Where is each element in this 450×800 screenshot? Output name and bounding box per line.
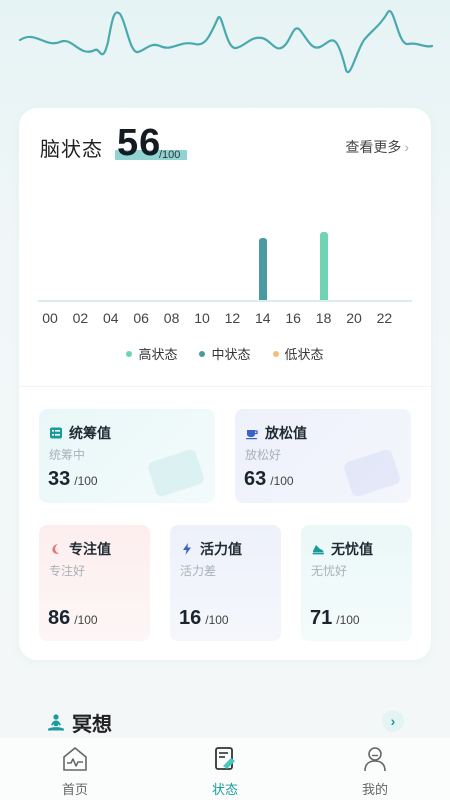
tile-relaxation[interactable]: 放松值 放松好 63/100 [235,409,411,503]
tile-relaxation-score: 63/100 [244,468,294,491]
tile-coordination[interactable]: 统筹值 统筹中 33/100 [39,409,215,503]
legend-item-low: 低状态 [272,344,324,363]
lightning-icon [183,543,191,555]
legend-label-medium: 中状态 [211,347,251,362]
x-tick-label: 08 [163,310,180,326]
x-tick-label: 02 [72,310,89,326]
chevron-right-icon: › [390,713,396,729]
tile-carefree-status: 无忧好 [311,564,348,578]
x-tick-label: 22 [376,310,393,326]
legend-label-high: 高状态 [138,347,178,362]
tile-relaxation-header: 放松值 [245,423,307,443]
legend-dot-low [272,350,279,357]
brain-state-chart: 00 02 04 06 08 10 12 14 16 18 20 22 [19,108,431,348]
tab-home-label: 首页 [61,782,88,797]
x-tick-label: 20 [346,310,362,326]
tile-decoration [146,448,206,498]
tile-vitality-value: 16 [179,607,202,629]
tile-vitality-name: 活力值 [200,541,242,557]
tile-coordination-status: 统筹中 [49,448,86,462]
tile-focus[interactable]: 专注值 专注好 86/100 [39,525,150,641]
chart-legend: 高状态 中状态 低状态 [19,344,431,363]
tile-relaxation-value: 63 [244,468,267,490]
tile-carefree-max: /100 [336,613,360,627]
profile-icon [364,747,386,772]
tab-status[interactable]: 状态 [195,744,255,798]
tab-profile-label: 我的 [361,782,388,797]
shoe-icon [312,545,324,555]
home-icon [63,747,87,771]
tile-coordination-value: 33 [48,468,71,490]
x-tick-label: 18 [315,310,332,326]
bottom-tab-bar: 首页 状态 我的 [0,738,450,800]
cup-icon [246,430,258,440]
tile-focus-value: 86 [48,607,71,629]
tile-vitality-header: 活力值 [180,539,242,559]
meditation-title: 冥想 [72,714,112,736]
x-tick-label: 16 [285,310,301,326]
tile-carefree-score: 71/100 [310,607,360,630]
tile-carefree-value: 71 [310,607,333,629]
tile-carefree-name: 无忧值 [331,541,373,557]
tile-focus-status: 专注好 [49,564,86,578]
tile-relaxation-max: /100 [270,474,294,488]
x-tick-label: 00 [42,310,58,326]
tab-profile[interactable]: 我的 [345,744,405,798]
x-tick-label: 12 [224,310,241,326]
brainwave-decoration [18,10,434,74]
tile-relaxation-status: 放松好 [245,448,282,462]
legend-dot-medium [199,350,206,357]
brain-status-card: 脑状态 56 /100 查看更多 › 00 02 04 06 08 10 12 14 16 18 2… [19,108,431,660]
tile-decoration [342,448,402,498]
tile-relaxation-name: 放松值 [265,425,307,441]
tile-vitality-score: 16/100 [179,607,229,630]
chart-bar [319,231,328,300]
tile-vitality[interactable]: 活力值 活力差 16/100 [170,525,281,641]
section-divider [19,386,431,387]
tile-coordination-name: 统筹值 [69,425,111,441]
legend-item-high: 高状态 [126,344,177,363]
x-tick-label: 14 [255,310,271,326]
tile-carefree-header: 无忧值 [311,539,373,559]
tab-status-label: 状态 [211,782,238,797]
tile-carefree[interactable]: 无忧值 无忧好 71/100 [301,525,412,641]
x-tick-label: 10 [194,310,210,326]
meditation-more-button[interactable]: › [382,710,404,732]
chart-baseline [38,300,412,302]
meditation-icon [48,713,64,730]
tile-coordination-header: 统筹值 [49,423,111,443]
tile-focus-header: 专注值 [49,539,111,559]
tile-vitality-status: 活力差 [180,564,217,578]
meditation-section-title[interactable]: 冥想 [46,708,112,737]
status-report-icon [215,747,235,770]
moon-icon [52,544,59,554]
x-tick-label: 06 [133,310,149,326]
tile-vitality-max: /100 [205,613,229,627]
tile-focus-name: 专注值 [69,541,111,557]
x-tick-label: 04 [103,310,119,326]
tab-home[interactable]: 首页 [45,744,105,798]
legend-label-low: 低状态 [284,347,324,362]
legend-dot-high [126,350,133,357]
tile-focus-score: 86/100 [48,607,98,630]
tile-focus-max: /100 [74,613,98,627]
tile-coordination-max: /100 [74,474,98,488]
list-icon [50,427,62,439]
legend-item-medium: 中状态 [199,344,251,363]
tile-coordination-score: 33/100 [48,468,98,491]
chart-bar [258,238,267,300]
